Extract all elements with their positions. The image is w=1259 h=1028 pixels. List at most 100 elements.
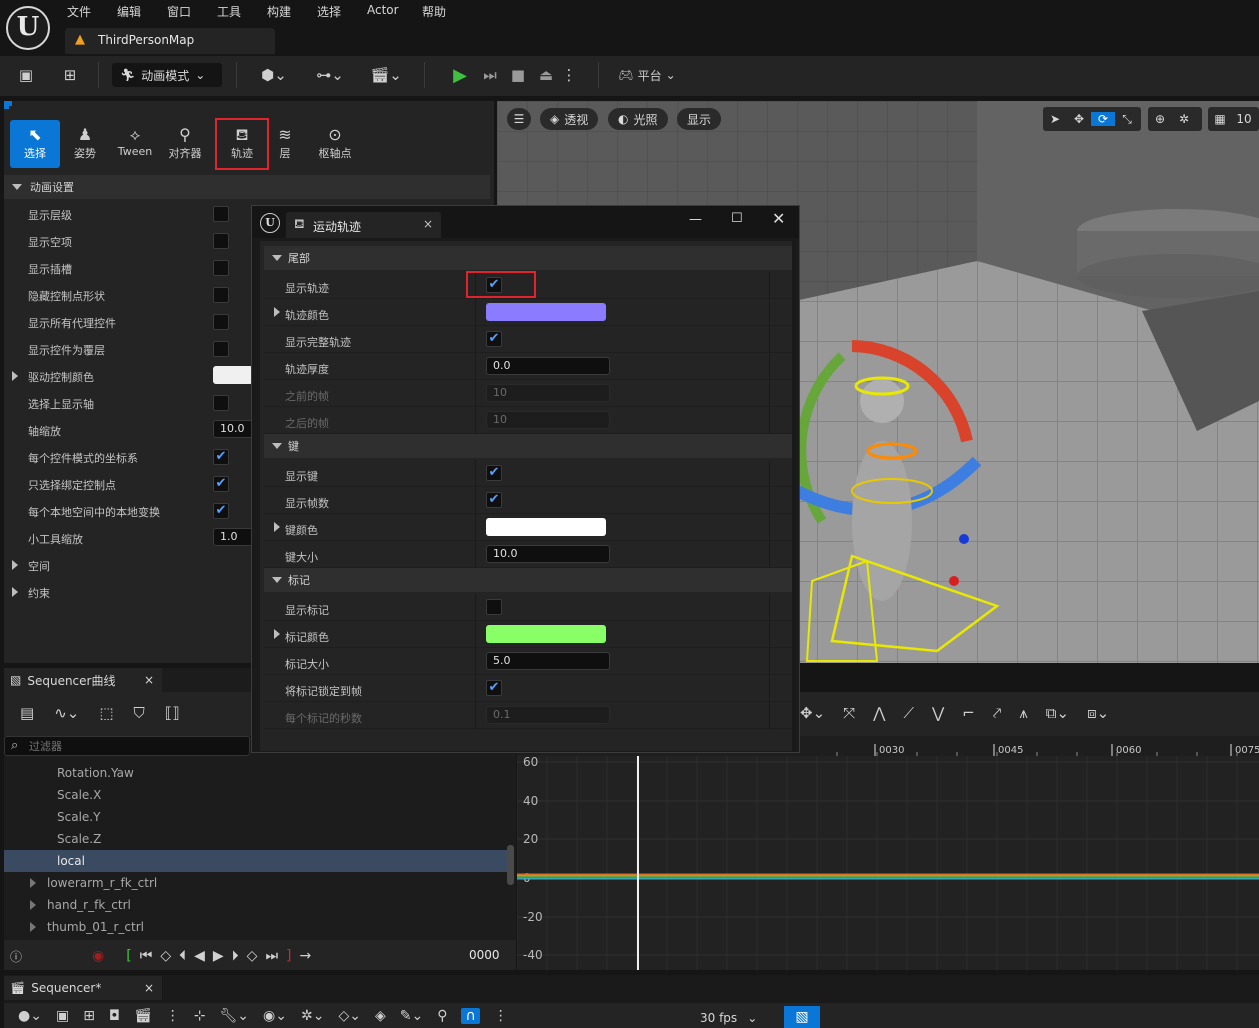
- trail-section-header[interactable]: 键: [264, 434, 792, 458]
- key-icon[interactable]: ◇⌄: [338, 1008, 361, 1024]
- mode-tab[interactable]: ♟ 姿势: [60, 120, 110, 168]
- info-icon[interactable]: ⓘ: [10, 948, 22, 965]
- flatten-icon[interactable]: ⤧: [843, 704, 855, 722]
- setting-checkbox[interactable]: ✔: [486, 465, 502, 481]
- trail-section-header[interactable]: 标记: [264, 568, 792, 592]
- scale-icon[interactable]: ⤡: [1115, 112, 1139, 127]
- wrench-icon[interactable]: 🔧︎⌄: [220, 1008, 250, 1024]
- rotate-icon[interactable]: ⟳: [1091, 112, 1115, 126]
- tree-scrollbar[interactable]: [507, 845, 514, 885]
- browse-icon[interactable]: ⊞: [83, 1008, 95, 1024]
- motion-trails-titlebar[interactable]: U ⛾ 运动轨迹 × — ☐ ✕: [252, 206, 799, 238]
- more-options-icon[interactable]: ⋮: [166, 1008, 180, 1024]
- setting-checkbox[interactable]: ✔: [213, 449, 229, 465]
- collapsed-section[interactable]: 空间: [4, 551, 249, 578]
- save-icon[interactable]: ▣: [56, 1008, 69, 1024]
- lighting-button[interactable]: ◐ 光照: [608, 108, 668, 130]
- close-icon[interactable]: ×: [144, 981, 154, 995]
- mode-tab[interactable]: ⬉ 选择: [10, 120, 60, 168]
- platform-dropdown[interactable]: 🎮︎ 平台 ⌄: [612, 61, 682, 89]
- mode-tab[interactable]: ⊙ 枢轴点: [310, 120, 360, 168]
- close-icon[interactable]: ×: [423, 217, 433, 231]
- filter-input[interactable]: [29, 738, 239, 754]
- curve-editor-toggle-icon[interactable]: ▧: [784, 1006, 820, 1028]
- anim-settings-header[interactable]: 动画设置: [4, 175, 490, 199]
- curve-tree-item[interactable]: thumb_01_r_ctrl: [4, 916, 510, 938]
- user-tangent-icon[interactable]: ⩚: [1019, 704, 1027, 722]
- color-swatch[interactable]: [486, 518, 606, 536]
- play-range-start-icon[interactable]: [: [126, 948, 131, 964]
- loop-icon[interactable]: →: [300, 948, 312, 964]
- setting-checkbox[interactable]: [213, 287, 229, 303]
- camera-icon[interactable]: ◘: [109, 1008, 120, 1024]
- menu-item[interactable]: 工具: [217, 3, 241, 21]
- menu-item[interactable]: 选择: [317, 3, 341, 21]
- add-actor-icon[interactable]: ⬢⌄: [254, 61, 294, 89]
- curve-tree-item[interactable]: Rotation.Yaw: [4, 762, 510, 784]
- expand-caret-icon[interactable]: [274, 307, 280, 317]
- setting-checkbox[interactable]: [213, 314, 229, 330]
- number-field[interactable]: 10.0: [486, 545, 610, 563]
- color-swatch[interactable]: [486, 625, 606, 643]
- more-options-icon[interactable]: ⋮: [494, 1008, 508, 1024]
- number-field[interactable]: 0.0: [486, 357, 610, 375]
- step-icon[interactable]: ⏭: [478, 61, 502, 89]
- number-field[interactable]: 1.0: [213, 528, 253, 546]
- curve-graph[interactable]: 6040200-20-40: [516, 754, 1259, 970]
- menu-item[interactable]: 窗口: [167, 3, 191, 21]
- grid-snap-button[interactable]: ▦ 10: [1208, 107, 1259, 131]
- close-icon[interactable]: ×: [144, 673, 154, 687]
- move-key-icon[interactable]: ✥⌄: [800, 704, 825, 722]
- jump-to-start-icon[interactable]: ⏮: [140, 948, 153, 964]
- weighted-icon[interactable]: ⤤: [993, 704, 1001, 722]
- expand-caret-icon[interactable]: [30, 900, 36, 910]
- setting-checkbox[interactable]: [213, 341, 229, 357]
- next-frame-icon[interactable]: ⏵: [232, 948, 239, 964]
- setting-checkbox[interactable]: ✔: [213, 476, 229, 492]
- expand-caret-icon[interactable]: [12, 371, 18, 381]
- window-close-icon[interactable]: ✕: [772, 209, 785, 228]
- mode-tab[interactable]: ≋ 层: [260, 120, 310, 168]
- setting-checkbox[interactable]: [213, 233, 229, 249]
- frame-all-icon[interactable]: ⬚: [99, 704, 113, 722]
- save-icon[interactable]: ▣: [12, 61, 40, 89]
- break-icon[interactable]: ⋁: [932, 704, 944, 722]
- mode-tab[interactable]: ⚲ 对齐器: [160, 120, 210, 168]
- setting-checkbox[interactable]: [486, 599, 502, 615]
- number-field[interactable]: 5.0: [486, 652, 610, 670]
- setting-checkbox[interactable]: ✔: [486, 331, 502, 347]
- sequencer-tab[interactable]: 🎬︎ Sequencer* ×: [4, 976, 162, 1000]
- expand-caret-icon[interactable]: [30, 922, 36, 932]
- mode-tab[interactable]: ⟡ Tween: [110, 120, 160, 168]
- viewport-menu-icon[interactable]: ☰: [507, 108, 531, 130]
- play-range-end-icon[interactable]: ]: [286, 948, 291, 964]
- settings-icon[interactable]: ✲⌄: [301, 1008, 324, 1024]
- record-icon[interactable]: ◉: [92, 948, 104, 964]
- previous-key-icon[interactable]: ◇: [160, 948, 171, 964]
- bake-icon[interactable]: ⊹: [194, 1008, 206, 1024]
- perspective-button[interactable]: ◈ 透视: [540, 108, 599, 130]
- render-icon[interactable]: 🎬︎: [134, 1008, 152, 1024]
- setting-checkbox[interactable]: [213, 395, 229, 411]
- show-button[interactable]: 显示: [677, 108, 722, 130]
- fps-dropdown[interactable]: 30 fps ⌄: [700, 1011, 757, 1025]
- setting-checkbox[interactable]: ✔: [486, 680, 502, 696]
- curve-tree-item[interactable]: lowerarm_r_fk_ctrl: [4, 872, 510, 894]
- play-forward-icon[interactable]: ▶: [213, 948, 224, 964]
- select-arrow-icon[interactable]: ➤: [1043, 112, 1067, 126]
- menu-item[interactable]: 文件: [67, 3, 91, 21]
- content-browser-icon[interactable]: ⊞: [56, 61, 84, 89]
- setting-checkbox[interactable]: [213, 260, 229, 276]
- marker-icon[interactable]: ⚲: [437, 1008, 447, 1024]
- trail-section-header[interactable]: 尾部: [264, 246, 792, 270]
- step-tangent-icon[interactable]: ⌐: [962, 704, 975, 722]
- expand-caret-icon[interactable]: [274, 522, 280, 532]
- play-reverse-icon[interactable]: ◀: [194, 948, 205, 964]
- menu-item[interactable]: 编辑: [117, 3, 141, 21]
- setting-checkbox[interactable]: ✔: [486, 492, 502, 508]
- curve-filter-icon[interactable]: ⧉⌄: [1046, 704, 1069, 722]
- motion-trails-tab[interactable]: ⛾ 运动轨迹 ×: [286, 212, 441, 238]
- minimize-icon[interactable]: —: [689, 212, 702, 227]
- level-tab[interactable]: ▲ ThirdPersonMap: [65, 28, 275, 54]
- number-field[interactable]: 10.0: [213, 420, 253, 438]
